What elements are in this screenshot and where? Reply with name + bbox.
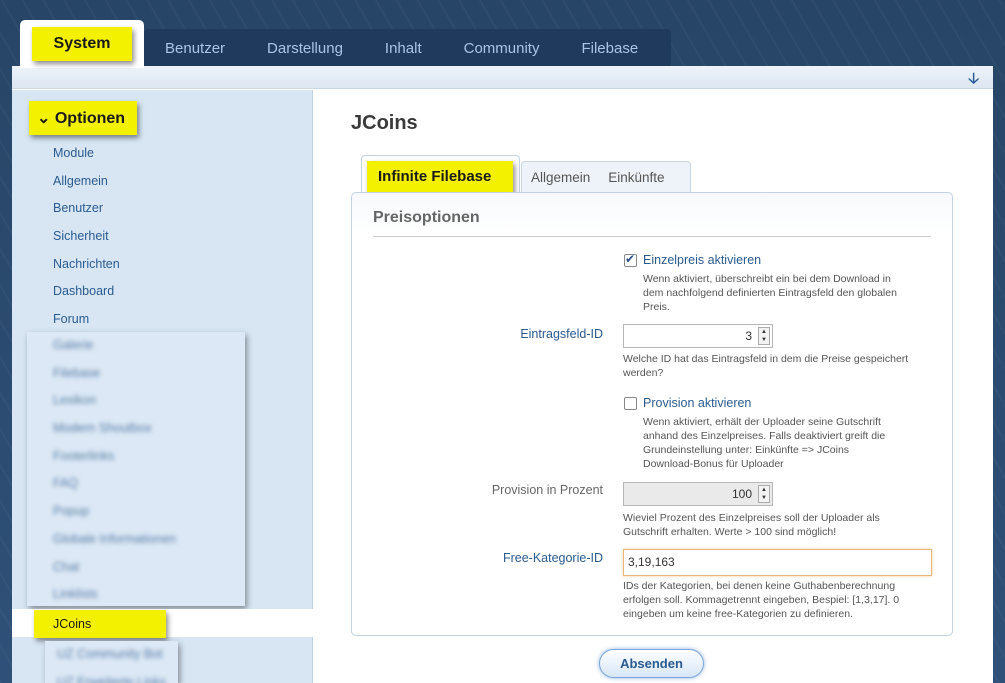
- sidebar-item-blurred[interactable]: Modern Shoutbox: [27, 415, 245, 443]
- desc-line: anhand des Einzelpreises. Falls deaktivi…: [643, 430, 886, 442]
- arrow-down-icon[interactable]: 🡣: [968, 68, 979, 93]
- sidebar-item-allgemein[interactable]: Allgemein: [12, 168, 312, 196]
- sidebar-item-blurred[interactable]: Globale Informationen: [27, 526, 245, 554]
- desc-line: Wenn aktiviert, erhält der Uploader sein…: [643, 416, 881, 428]
- desc-line: Welche ID hat das Eintragsfeld in dem di…: [623, 353, 909, 365]
- desc-line: erfolgen soll. Kommagetrennt eingeben, B…: [623, 594, 900, 606]
- sidebar-item-dashboard[interactable]: Dashboard: [12, 278, 312, 306]
- tab-inhalt[interactable]: Inhalt: [364, 40, 443, 57]
- field-id-value: 3: [745, 329, 752, 343]
- single-price-label[interactable]: Einzelpreis aktivieren: [643, 253, 761, 267]
- free-category-description: IDs der Kategorien, bei denen keine Guth…: [623, 579, 899, 621]
- sidebar-item-blurred[interactable]: Footerlinks: [27, 443, 245, 471]
- sidebar-item-blurred[interactable]: Popup: [27, 498, 245, 526]
- sidebar-section-optionen: ⌄ Optionen: [29, 101, 138, 135]
- sidebar-item-blurred[interactable]: Linklists: [27, 581, 245, 609]
- provision-checkbox[interactable]: [624, 397, 637, 410]
- free-category-input[interactable]: 3,19,163: [623, 549, 932, 576]
- sidebar-item-blurred[interactable]: Filebase: [27, 360, 245, 388]
- submit-button[interactable]: Absenden: [599, 649, 704, 678]
- field-id-input[interactable]: 3 ▲ ▼: [623, 324, 773, 348]
- divider: [373, 236, 931, 237]
- sidebar-item-forum[interactable]: Forum: [12, 306, 312, 334]
- top-tabs: Benutzer Darstellung Inhalt Community Fi…: [144, 29, 659, 67]
- desc-line: eingeben um keine free-Kategorien zu def…: [623, 608, 853, 620]
- desc-line: Preis.: [643, 301, 670, 313]
- sidebar-item-benutzer[interactable]: Benutzer: [12, 195, 312, 223]
- sidebar-item-blurred[interactable]: FAQ: [27, 470, 245, 498]
- tab-community[interactable]: Community: [443, 40, 561, 57]
- blurred-sidebar-items-bottom: UZ Community Bot UZ Erweiterte Links: [45, 641, 178, 683]
- sidebar-item-nachrichten[interactable]: Nachrichten: [12, 251, 312, 279]
- options-box: Preisoptionen Einzelpreis aktivieren Wen…: [351, 192, 953, 636]
- field-id-description: Welche ID hat das Eintragsfeld in dem di…: [623, 352, 908, 380]
- sidebar-item-blurred[interactable]: Lexikon: [27, 387, 245, 415]
- sidebar-item-blurred[interactable]: UZ Community Bot: [45, 641, 178, 669]
- provision-percent-label: Provision in Prozent: [491, 483, 603, 497]
- provision-percent-description: Wieviel Prozent des Einzelpreises soll d…: [623, 511, 880, 539]
- desc-line: dem nachfolgend definierten Eintragsfeld…: [643, 287, 897, 299]
- desc-line: Wieviel Prozent des Einzelpreises soll d…: [623, 512, 880, 524]
- sidebar: ⌄ Optionen Module Allgemein Benutzer Sic…: [12, 90, 313, 683]
- sidebar-item-jcoins-label: JCoins: [34, 610, 166, 638]
- sidebar-item-jcoins[interactable]: JCoins: [12, 609, 313, 638]
- tab-allgemein[interactable]: Allgemein: [522, 170, 599, 185]
- tab-einkuenfte[interactable]: Einkünfte: [599, 170, 673, 185]
- section-title: Preisoptionen: [373, 209, 480, 226]
- desc-line: IDs der Kategorien, bei denen keine Guth…: [623, 580, 896, 592]
- sidebar-list: Module Allgemein Benutzer Sicherheit Nac…: [12, 140, 312, 334]
- spinner-icon[interactable]: ▲ ▼: [758, 327, 770, 345]
- panel-toolbar: 🡣: [12, 66, 993, 89]
- tab-darstellung[interactable]: Darstellung: [246, 40, 364, 57]
- tab-benutzer[interactable]: Benutzer: [144, 40, 246, 57]
- desc-line: Wenn aktiviert, überschreibt ein bei dem…: [643, 273, 891, 285]
- provision-label[interactable]: Provision aktivieren: [643, 396, 751, 410]
- sidebar-item-sicherheit[interactable]: Sicherheit: [12, 223, 312, 251]
- sidebar-item-blurred[interactable]: Chat: [27, 554, 245, 582]
- single-price-checkbox[interactable]: [624, 252, 637, 267]
- tab-filebase[interactable]: Filebase: [560, 40, 659, 57]
- desc-line: Gutschrift erhalten. Werte > 100 sind mö…: [623, 526, 837, 538]
- provision-percent-value: 100: [731, 487, 752, 501]
- desc-line: Download-Bonus für Uploader: [643, 458, 784, 470]
- free-category-label: Free-Kategorie-ID: [502, 551, 603, 565]
- inactive-tabs: Allgemein Einkünfte: [521, 161, 691, 193]
- page-title: JCoins: [351, 112, 418, 134]
- single-price-description: Wenn aktiviert, überschreibt ein bei dem…: [643, 272, 897, 314]
- sidebar-section-header[interactable]: ⌄ Optionen: [29, 101, 138, 135]
- tab-system[interactable]: System: [20, 20, 144, 68]
- desc-line: Grundeinstellung unter: Einkünfte => JCo…: [643, 444, 850, 456]
- tab-system-label: System: [31, 27, 133, 61]
- provision-description: Wenn aktiviert, erhält der Uploader sein…: [643, 415, 885, 471]
- sidebar-item-blurred[interactable]: UZ Erweiterte Links: [45, 669, 178, 683]
- sidebar-item-module[interactable]: Module: [12, 140, 312, 168]
- sidebar-section-label: Optionen: [54, 110, 126, 127]
- desc-line: werden?: [623, 367, 664, 379]
- main-panel: 🡣 ⌄ Optionen Module Allgemein Benutzer S…: [12, 66, 993, 683]
- blurred-sidebar-items: Galerie Filebase Lexikon Modern Shoutbox…: [27, 332, 245, 606]
- provision-percent-input[interactable]: 100 ▲ ▼: [623, 482, 773, 506]
- spinner-icon[interactable]: ▲ ▼: [758, 485, 770, 503]
- sidebar-item-blurred[interactable]: Galerie: [27, 332, 245, 360]
- chevron-down-icon: ⌄: [37, 110, 51, 127]
- tab-infinite-filebase-label: Infinite Filebase: [367, 161, 513, 193]
- tab-infinite-filebase[interactable]: Infinite Filebase: [361, 155, 520, 193]
- field-id-label: Eintragsfeld-ID: [520, 327, 603, 341]
- top-navigation: System Benutzer Darstellung Inhalt Commu…: [20, 20, 671, 68]
